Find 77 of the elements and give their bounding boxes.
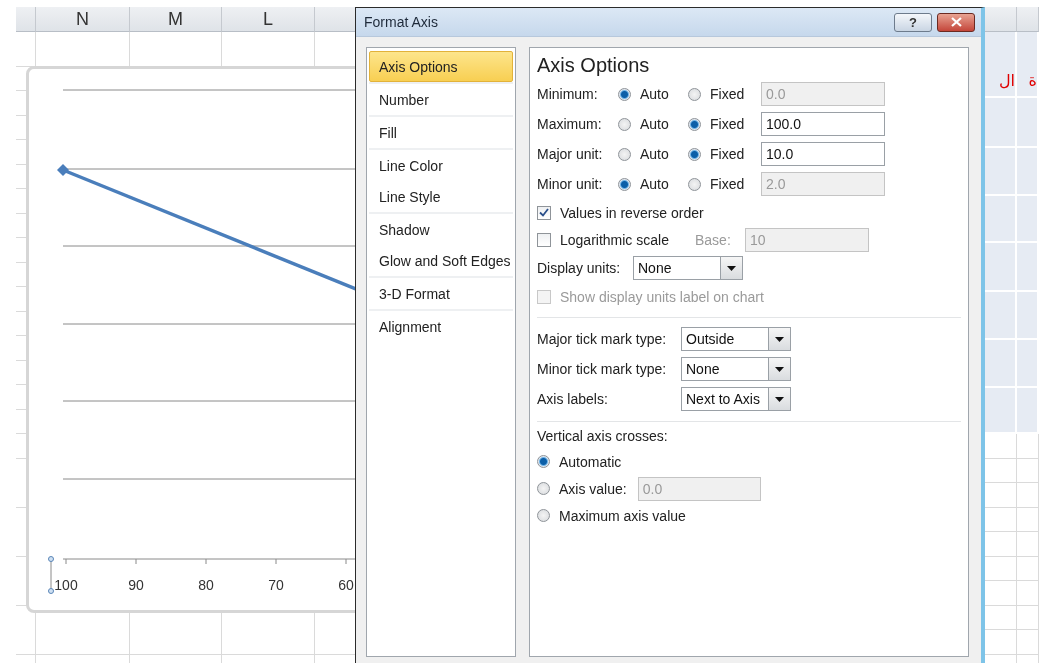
help-button[interactable]: ? <box>894 12 932 32</box>
axis-label: 80 <box>198 577 214 593</box>
sheet-cell[interactable] <box>985 605 1017 630</box>
checkbox-label: Values in reverse order <box>560 204 704 221</box>
axis-label: 70 <box>268 577 284 593</box>
column-header[interactable] <box>985 7 1017 32</box>
category-item[interactable]: Shadow <box>369 214 513 245</box>
category-item[interactable]: 3-D Format <box>369 278 513 309</box>
sheet-cell[interactable] <box>1017 556 1039 581</box>
checkbox-label: Logarithmic scale <box>560 231 670 248</box>
sheet-cell[interactable] <box>1017 458 1039 483</box>
sheet-cell[interactable] <box>985 483 1017 508</box>
dropdown[interactable]: Next to Axis <box>681 387 791 411</box>
option-label: Minor unit: <box>537 176 604 192</box>
sheet-cell[interactable] <box>985 532 1017 557</box>
sheet-cell[interactable] <box>985 630 1017 655</box>
axis-label: 100 <box>54 577 78 593</box>
column-header[interactable]: N <box>36 7 130 32</box>
category-item[interactable]: Axis Options <box>369 51 513 82</box>
sheet-cell[interactable] <box>1017 507 1039 532</box>
selection-handle-icon[interactable] <box>48 556 54 594</box>
option-label: Major unit: <box>537 146 604 162</box>
sheet-cell[interactable] <box>985 581 1017 606</box>
checkbox[interactable] <box>537 205 551 220</box>
caret-icon <box>775 396 784 402</box>
option-label: Axis labels: <box>537 391 609 407</box>
caret-icon <box>775 336 784 342</box>
option-label: Minimum: <box>537 86 599 102</box>
panel-heading: Axis Options <box>537 54 651 77</box>
category-item[interactable]: Number <box>369 84 513 115</box>
sheet-cell[interactable] <box>985 434 1017 459</box>
value-field[interactable]: 10.0 <box>761 142 885 166</box>
radio-option[interactable]: Auto <box>618 146 688 162</box>
option-label: Minor tick mark type: <box>537 361 668 377</box>
sheet-cell[interactable] <box>985 458 1017 483</box>
radio-option[interactable]: Auto <box>618 116 688 132</box>
option-label: Maximum: <box>537 116 603 132</box>
display-units-dropdown[interactable]: None <box>633 256 743 280</box>
caret-icon <box>775 366 784 372</box>
sheet-cell[interactable] <box>985 507 1017 532</box>
sheet-cell[interactable]: ال <box>985 32 1017 98</box>
checkbox[interactable] <box>537 232 551 247</box>
column-header[interactable]: M <box>130 7 222 32</box>
sheet-cell[interactable] <box>1017 532 1039 557</box>
sheet-cell[interactable] <box>1017 630 1039 655</box>
dialog-title: Format Axis <box>364 14 439 30</box>
base-label: Base: <box>695 231 732 248</box>
category-item[interactable]: Fill <box>369 117 513 148</box>
sheet-cell[interactable] <box>985 556 1017 581</box>
sheet-cell[interactable] <box>1017 581 1039 606</box>
radio-option[interactable]: Automatic <box>537 453 622 470</box>
radio-option[interactable]: Fixed <box>688 146 761 162</box>
sheet-cell[interactable] <box>1017 434 1039 459</box>
dropdown[interactable]: None <box>681 357 791 381</box>
category-item[interactable]: Line Color <box>369 150 513 181</box>
radio-option[interactable]: Fixed <box>688 116 761 132</box>
axis-label: 60 <box>338 577 354 593</box>
radio-option[interactable]: Maximum axis value <box>537 507 686 524</box>
section-label: Vertical axis crosses: <box>537 428 669 444</box>
category-item[interactable]: Alignment <box>369 311 513 342</box>
sheet-cell[interactable] <box>1017 605 1039 630</box>
category-item[interactable]: Glow and Soft Edges <box>369 245 513 276</box>
category-item[interactable]: Line Style <box>369 181 513 212</box>
option-label: Display units: <box>537 260 622 276</box>
dropdown[interactable]: Outside <box>681 327 791 351</box>
value-field[interactable]: 100.0 <box>761 112 885 136</box>
axis-label: 90 <box>128 577 144 593</box>
column-header[interactable] <box>1017 7 1039 32</box>
column-header[interactable]: L <box>222 7 315 32</box>
sheet-cell[interactable] <box>1017 483 1039 508</box>
checkbox-label: Show display units label on chart <box>560 288 764 305</box>
sheet-cell[interactable]: ة <box>1017 32 1039 98</box>
select-all-corner[interactable] <box>16 7 36 32</box>
caret-icon <box>727 265 736 271</box>
option-label: Major tick mark type: <box>537 331 668 347</box>
close-button[interactable] <box>937 12 975 32</box>
close-icon <box>950 17 962 27</box>
